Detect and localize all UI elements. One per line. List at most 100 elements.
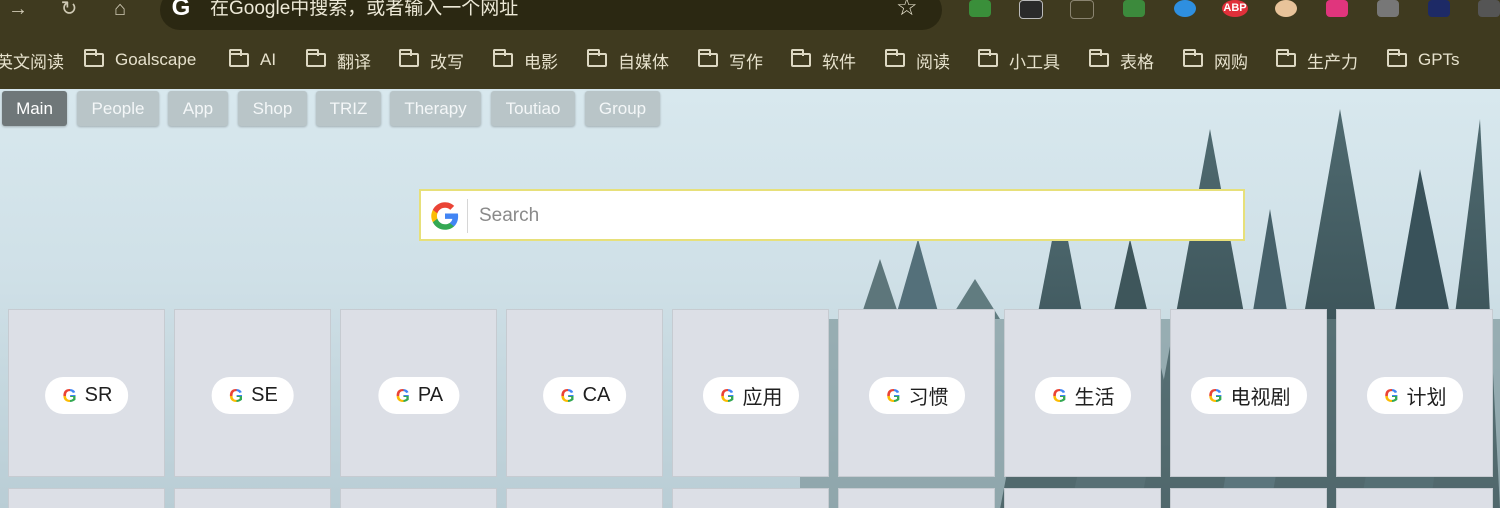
bookmark-label: 自媒体: [618, 52, 669, 72]
shortcut-tile[interactable]: [672, 488, 829, 508]
shortcut-pill[interactable]: G 习惯: [868, 377, 965, 414]
bookmark-folder[interactable]: 翻译: [306, 37, 371, 83]
folder-icon: [399, 49, 419, 67]
bookmark-item[interactable]: 英文阅读: [0, 37, 64, 83]
shortcut-pill[interactable]: G 应用: [702, 377, 799, 414]
bookmark-folder[interactable]: 自媒体: [587, 37, 669, 83]
bookmark-label: 软件: [822, 52, 856, 72]
shortcut-label: 生活: [1074, 387, 1115, 409]
cursor-extension-icon[interactable]: [1478, 0, 1500, 17]
shortcut-tile[interactable]: [1336, 488, 1493, 508]
abp-extension-icon[interactable]: ABP: [1222, 0, 1248, 17]
bookmark-label: 英文阅读: [0, 52, 64, 72]
folder-icon: [1387, 49, 1407, 67]
shortcut-tile[interactable]: [8, 488, 165, 508]
bookmark-label: Goalscape: [115, 50, 197, 69]
shortcut-label: 习惯: [908, 387, 949, 409]
bookmark-label: GPTs: [1418, 50, 1460, 69]
mask-extension-icon[interactable]: [1275, 0, 1297, 17]
safari-extension-icon[interactable]: [1174, 0, 1196, 17]
bookmark-label: 阅读: [916, 52, 950, 72]
bookmark-folder[interactable]: 阅读: [885, 37, 950, 83]
bookmark-folder[interactable]: 改写: [399, 37, 464, 83]
shortcut-label: SE: [251, 384, 278, 406]
tab-therapy[interactable]: Therapy: [390, 91, 481, 126]
google-g-icon: G: [62, 385, 77, 406]
shortcut-tile[interactable]: [506, 488, 663, 508]
bookmark-folder[interactable]: 写作: [698, 37, 763, 83]
google-g-icon: G: [1052, 385, 1067, 406]
puzzle-extension-icon[interactable]: [969, 0, 991, 17]
bookmark-folder[interactable]: 软件: [791, 37, 856, 83]
binoculars-extension-icon[interactable]: [1019, 0, 1043, 19]
shortcut-pill[interactable]: G CA: [542, 377, 627, 414]
google-g-icon: G: [886, 385, 901, 406]
bookmark-folder[interactable]: 生产力: [1276, 37, 1358, 83]
bookmark-folder[interactable]: 电影: [493, 37, 558, 83]
shortcut-tile[interactable]: G 电视剧: [1170, 309, 1327, 477]
shortcut-tile[interactable]: G 习惯: [838, 309, 995, 477]
shortcut-tile[interactable]: G 计划: [1336, 309, 1493, 477]
shortcut-label: 应用: [742, 387, 783, 409]
tab-main[interactable]: Main: [2, 91, 67, 126]
ghost-extension-icon[interactable]: [1428, 0, 1450, 17]
forward-arrow-icon[interactable]: →: [6, 0, 30, 20]
tab-app[interactable]: App: [168, 91, 228, 126]
copy-extension-icon[interactable]: [1070, 0, 1094, 19]
shortcut-tile[interactable]: G 应用: [672, 309, 829, 477]
reload-icon[interactable]: ↻: [57, 0, 81, 20]
bookmark-label: 翻译: [337, 52, 371, 72]
folder-icon: [1183, 49, 1203, 67]
shortcut-tile[interactable]: [340, 488, 497, 508]
bookmark-folder[interactable]: 表格: [1089, 37, 1154, 83]
shortcut-tile[interactable]: [838, 488, 995, 508]
shortcut-tile[interactable]: G PA: [340, 309, 497, 477]
tab-triz[interactable]: TRIZ: [316, 91, 381, 126]
folder-icon: [1276, 49, 1296, 67]
bookmark-folder[interactable]: Goalscape: [84, 37, 196, 83]
translate-extension-icon[interactable]: [1326, 0, 1348, 17]
shortcut-label: 电视剧: [1230, 387, 1291, 409]
shortcut-tile[interactable]: G CA: [506, 309, 663, 477]
bookmark-folder[interactable]: 小工具: [978, 37, 1060, 83]
omnibox-placeholder[interactable]: 在Google中搜索，或者输入一个网址: [210, 0, 518, 21]
google-g-icon: [431, 202, 459, 230]
bookmark-label: 生产力: [1307, 52, 1358, 72]
shortcut-pill[interactable]: G 电视剧: [1190, 377, 1307, 414]
shortcut-pill[interactable]: G SE: [211, 377, 294, 414]
clipboard-extension-icon[interactable]: [1123, 0, 1145, 17]
shortcut-label: SR: [84, 384, 113, 406]
search-input[interactable]: [477, 199, 1221, 233]
folder-icon: [1089, 49, 1109, 67]
bookmark-folder[interactable]: GPTs: [1387, 37, 1460, 83]
shortcut-tile[interactable]: [1004, 488, 1161, 508]
tab-shop[interactable]: Shop: [238, 91, 307, 126]
folder-icon: [885, 49, 905, 67]
bookmark-label: 写作: [729, 52, 763, 72]
google-g-icon: G: [395, 385, 410, 406]
folder-icon: [306, 49, 326, 67]
bookmark-label: AI: [260, 50, 277, 69]
shortcut-tile[interactable]: [174, 488, 331, 508]
shortcut-pill[interactable]: G 生活: [1034, 377, 1131, 414]
bookmark-folder[interactable]: AI: [229, 37, 276, 83]
shortcut-pill[interactable]: G PA: [377, 377, 460, 414]
shortcut-tile[interactable]: G SR: [8, 309, 165, 477]
bookmark-label: 小工具: [1009, 52, 1060, 72]
shortcut-pill[interactable]: G SR: [44, 377, 129, 414]
shortcut-tile[interactable]: G SE: [174, 309, 331, 477]
tab-group[interactable]: Group: [585, 91, 660, 126]
google-g-icon: G: [1384, 385, 1399, 406]
home-icon[interactable]: ⌂: [108, 0, 132, 20]
google-g-icon: G: [1208, 385, 1223, 406]
search-box: [419, 189, 1245, 241]
shortcut-tile[interactable]: G 生活: [1004, 309, 1161, 477]
tab-toutiao[interactable]: Toutiao: [491, 91, 575, 126]
shortcut-tile[interactable]: [1170, 488, 1327, 508]
screenshot-extension-icon[interactable]: [1377, 0, 1399, 17]
shortcut-pill[interactable]: G 计划: [1366, 377, 1463, 414]
bookmark-folder[interactable]: 网购: [1183, 37, 1248, 83]
bookmark-star-icon[interactable]: ☆: [896, 0, 918, 20]
tab-people[interactable]: People: [77, 91, 159, 126]
browser-toolbar: → ↻ ⌂ G 在Google中搜索，或者输入一个网址 ☆ ABP: [0, 0, 1500, 37]
